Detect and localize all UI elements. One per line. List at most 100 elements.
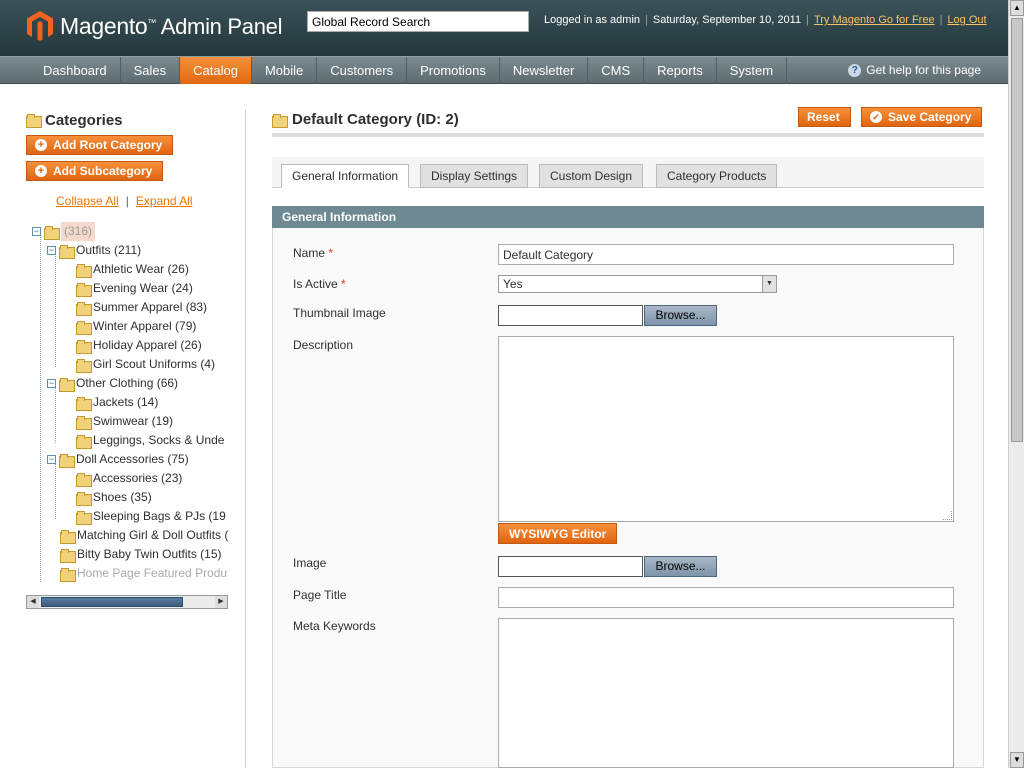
nav-customers[interactable]: Customers bbox=[317, 57, 408, 84]
logged-in-text: Logged in as admin bbox=[544, 14, 641, 26]
header-links: Logged in as admin | Saturday, September 1… bbox=[544, 14, 987, 26]
sidebar-divider bbox=[245, 110, 246, 768]
tab-custom-design[interactable]: Custom Design bbox=[539, 164, 644, 188]
nav-dashboard[interactable]: Dashboard bbox=[30, 57, 121, 84]
tree-node-summer-apparel[interactable]: Summer Apparel (83) bbox=[76, 298, 207, 317]
folder-icon bbox=[76, 339, 92, 354]
tree-node-evening-wear[interactable]: Evening Wear (24) bbox=[76, 279, 193, 298]
folder-icon bbox=[44, 225, 60, 240]
date-text: Saturday, September 10, 2011 bbox=[652, 14, 802, 26]
tree-node-matching-outfits[interactable]: Matching Girl & Doll Outfits ( bbox=[60, 526, 228, 545]
collapse-icon[interactable]: − bbox=[47, 455, 56, 464]
expand-all-link[interactable]: Expand All bbox=[136, 194, 193, 208]
wysiwyg-editor-button[interactable]: WYSIWYG Editor bbox=[498, 523, 618, 544]
help-icon: ? bbox=[848, 64, 862, 77]
plus-icon: + bbox=[35, 165, 47, 177]
nav-newsletter[interactable]: Newsletter bbox=[500, 57, 589, 84]
name-label: Name * bbox=[293, 246, 334, 260]
collapse-icon[interactable]: − bbox=[47, 246, 56, 255]
tree-controls: Collapse All | Expand All bbox=[56, 194, 193, 208]
nav-cms[interactable]: CMS bbox=[588, 57, 645, 84]
tree-node-home-page-featured[interactable]: Home Page Featured Produ bbox=[60, 564, 227, 583]
meta-keywords-textarea[interactable] bbox=[498, 618, 954, 768]
magento-logo-icon bbox=[27, 11, 53, 41]
thumbnail-file-input[interactable] bbox=[498, 305, 643, 326]
folder-icon bbox=[59, 244, 75, 259]
scroll-left-icon[interactable]: ◀ bbox=[27, 596, 39, 608]
scroll-down-icon[interactable]: ▼ bbox=[1010, 752, 1024, 768]
scrollbar-thumb[interactable] bbox=[1011, 18, 1023, 442]
tree-node-bitty-baby[interactable]: Bitty Baby Twin Outfits (15) bbox=[60, 545, 222, 564]
resize-grip-icon[interactable] bbox=[943, 511, 952, 520]
tab-general-information[interactable]: General Information bbox=[281, 164, 410, 188]
global-search-input[interactable] bbox=[307, 11, 529, 32]
folder-icon bbox=[60, 529, 76, 544]
tree-node-shoes[interactable]: Shoes (35) bbox=[76, 488, 152, 507]
collapse-icon[interactable]: − bbox=[47, 379, 56, 388]
tree-node-jackets[interactable]: Jackets (14) bbox=[76, 393, 158, 412]
tree-node-outfits[interactable]: − Outfits (211) bbox=[47, 241, 141, 260]
chevron-down-icon[interactable]: ▼ bbox=[762, 276, 776, 292]
description-textarea[interactable] bbox=[498, 336, 954, 522]
main-nav: Dashboard Sales Catalog Mobile Customers… bbox=[0, 56, 1008, 84]
save-category-button[interactable]: ✔ Save Category bbox=[861, 107, 983, 127]
tree-node-root[interactable]: − (316) bbox=[32, 222, 96, 241]
collapse-all-link[interactable]: Collapse All bbox=[56, 194, 119, 208]
category-tree: − (316) − Outfits (211) Athletic Wear (26)… bbox=[30, 222, 230, 584]
tree-node-swimwear[interactable]: Swimwear (19) bbox=[76, 412, 173, 431]
nav-promotions[interactable]: Promotions bbox=[407, 57, 500, 84]
help-link[interactable]: ? Get help for this page bbox=[848, 57, 981, 84]
tree-node-other-clothing[interactable]: − Other Clothing (66) bbox=[47, 374, 178, 393]
plus-icon: + bbox=[35, 139, 47, 151]
tree-node-girl-scout-uniforms[interactable]: Girl Scout Uniforms (4) bbox=[76, 355, 215, 374]
tabs-bar: General Information Display Settings Cus… bbox=[272, 157, 984, 188]
description-label: Description bbox=[293, 338, 354, 352]
nav-sales[interactable]: Sales bbox=[121, 57, 181, 84]
tree-node-winter-apparel[interactable]: Winter Apparel (79) bbox=[76, 317, 196, 336]
logo-text: Magento™ Admin Panel bbox=[60, 12, 283, 39]
page-title-input[interactable] bbox=[498, 587, 954, 608]
meta-keywords-label: Meta Keywords bbox=[293, 619, 376, 633]
nav-system[interactable]: System bbox=[717, 57, 788, 84]
logout-link[interactable]: Log Out bbox=[947, 14, 986, 26]
image-browse-button[interactable]: Browse... bbox=[644, 556, 717, 577]
thumbnail-browse-button[interactable]: Browse... bbox=[644, 305, 717, 326]
collapse-icon[interactable]: − bbox=[32, 227, 41, 236]
categories-title: Categories bbox=[26, 110, 236, 130]
reset-button[interactable]: Reset bbox=[798, 107, 851, 127]
tab-category-products[interactable]: Category Products bbox=[656, 164, 778, 188]
folder-icon bbox=[60, 567, 76, 582]
tab-display-settings[interactable]: Display Settings bbox=[420, 164, 529, 188]
is-active-value: Yes bbox=[503, 277, 523, 291]
tree-horizontal-scrollbar[interactable]: ◀ ▶ bbox=[26, 595, 228, 609]
is-active-select[interactable]: Yes ▼ bbox=[498, 275, 777, 293]
folder-icon bbox=[272, 113, 288, 128]
tree-node-holiday-apparel[interactable]: Holiday Apparel (26) bbox=[76, 336, 202, 355]
image-file-input[interactable] bbox=[498, 556, 643, 577]
tree-node-doll-accessories[interactable]: − Doll Accessories (75) bbox=[47, 450, 189, 469]
categories-sidebar: Categories + Add Root Category + Add Subca… bbox=[26, 110, 236, 582]
nav-reports[interactable]: Reports bbox=[644, 57, 717, 84]
add-root-category-button[interactable]: + Add Root Category bbox=[26, 135, 174, 155]
header-bar: Magento™ Admin Panel Logged in as admin|… bbox=[0, 0, 1008, 56]
scroll-right-icon[interactable]: ▶ bbox=[215, 596, 227, 608]
nav-catalog[interactable]: Catalog bbox=[180, 57, 252, 84]
thumbnail-label: Thumbnail Image bbox=[293, 306, 386, 320]
scroll-up-icon[interactable]: ▲ bbox=[1010, 0, 1024, 16]
tree-node-athletic-wear[interactable]: Athletic Wear (26) bbox=[76, 260, 189, 279]
page-scrollbar[interactable]: ▲ ▼ bbox=[1008, 0, 1024, 768]
folder-icon bbox=[76, 510, 92, 525]
image-label: Image bbox=[293, 556, 327, 570]
nav-mobile[interactable]: Mobile bbox=[252, 57, 318, 84]
try-magento-go-link[interactable]: Try Magento Go for Free bbox=[814, 14, 935, 26]
magento-logo[interactable]: Magento™ Admin Panel bbox=[26, 10, 282, 42]
tree-node-accessories[interactable]: Accessories (23) bbox=[76, 469, 182, 488]
tree-node-sleeping-bags[interactable]: Sleeping Bags & PJs (19 bbox=[76, 507, 226, 526]
add-subcategory-button[interactable]: + Add Subcategory bbox=[26, 161, 164, 181]
tree-scrollbar-thumb[interactable] bbox=[41, 597, 183, 607]
section-header: General Information bbox=[272, 206, 984, 228]
check-icon: ✔ bbox=[870, 111, 882, 123]
tree-node-leggings[interactable]: Leggings, Socks & Unde bbox=[76, 431, 224, 450]
folder-icon bbox=[76, 415, 92, 430]
name-input[interactable] bbox=[498, 244, 954, 265]
